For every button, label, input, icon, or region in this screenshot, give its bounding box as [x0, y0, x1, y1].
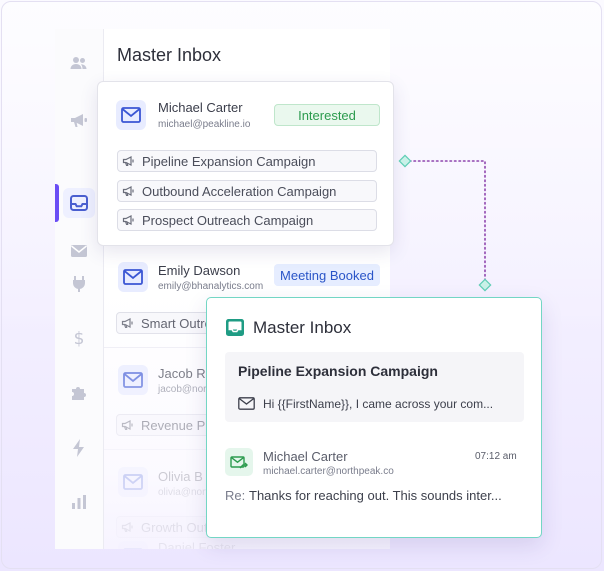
mail-icon — [238, 397, 255, 410]
users-icon[interactable] — [66, 50, 92, 76]
campaign-message-box[interactable]: Pipeline Expansion Campaign Hi {{FirstNa… — [225, 352, 524, 422]
chart-icon[interactable] — [66, 489, 92, 515]
contact-email: jacob@nort — [158, 384, 210, 395]
campaign-chip-label: Revenue Pip — [141, 417, 216, 433]
campaign-preview-text: Hi {{FirstName}}, I came across your com… — [263, 397, 494, 411]
svg-text:$: $ — [74, 329, 85, 348]
status-badge-meeting-booked: Meeting Booked — [274, 264, 380, 286]
contact-name: Michael Carter — [158, 100, 243, 115]
reply-sender-name: Michael Carter — [263, 449, 348, 464]
megaphone-icon — [121, 318, 133, 329]
contact-popup-card[interactable]: Michael Carter michael@peakline.io Inter… — [97, 81, 394, 246]
contact-name[interactable]: Emily Dawson — [158, 263, 240, 278]
plug-icon[interactable] — [66, 271, 92, 297]
megaphone-icon — [122, 215, 134, 226]
status-badge-interested: Interested — [274, 104, 380, 126]
sidebar-active-indicator — [55, 184, 59, 222]
campaign-chip-label: Prospect Outreach Campaign — [142, 212, 314, 228]
megaphone-icon — [122, 186, 134, 197]
campaign-chip[interactable]: Pipeline Expansion Campaign — [117, 150, 377, 172]
inbox-icon — [226, 319, 244, 336]
mail-avatar-icon — [118, 467, 148, 497]
campaign-chip-label: Outbound Acceleration Campaign — [142, 183, 337, 199]
contact-name[interactable]: Olivia B — [158, 469, 203, 484]
contact-name[interactable]: Jacob Re — [158, 366, 213, 381]
inbox-title: Master Inbox — [117, 45, 222, 65]
puzzle-icon[interactable] — [66, 380, 92, 406]
reply-mail-icon — [225, 448, 253, 476]
bolt-icon[interactable] — [66, 435, 92, 461]
detail-title: Master Inbox — [253, 318, 352, 337]
mail-avatar-icon — [116, 100, 146, 130]
inbox-icon[interactable] — [66, 190, 92, 216]
reply-sender-email: michael.carter@northpeak.co — [263, 466, 394, 477]
mail-avatar-icon — [118, 365, 148, 395]
dollar-icon[interactable]: $ — [66, 325, 92, 351]
reply-timestamp: 07:12 am — [475, 451, 517, 462]
mail-icon[interactable] — [66, 218, 92, 257]
campaign-chip-label: Pipeline Expansion Campaign — [142, 153, 316, 169]
contact-email: michael@peakline.io — [158, 119, 251, 130]
reply-text: Thanks for reaching out. This sounds int… — [249, 488, 502, 503]
reply-prefix: Re: — [225, 488, 246, 503]
campaign-chip-label: Growth Out — [141, 519, 208, 535]
mail-avatar-icon — [118, 541, 148, 549]
campaign-chip[interactable]: Prospect Outreach Campaign — [117, 209, 377, 231]
contact-email: emily@bhanalytics.com — [158, 281, 264, 292]
megaphone-icon — [121, 522, 133, 533]
megaphone-icon — [122, 156, 134, 167]
contact-email: olivia@nort — [158, 487, 209, 498]
campaign-chip[interactable]: Outbound Acceleration Campaign — [117, 180, 377, 202]
mail-avatar-icon — [118, 262, 148, 292]
message-detail-card[interactable]: Master Inbox Pipeline Expansion Campaign… — [206, 297, 542, 538]
campaign-title: Pipeline Expansion Campaign — [238, 363, 438, 379]
contact-name[interactable]: Daniel Foster — [158, 540, 235, 549]
megaphone-icon — [121, 420, 133, 431]
megaphone-icon[interactable] — [66, 107, 92, 133]
